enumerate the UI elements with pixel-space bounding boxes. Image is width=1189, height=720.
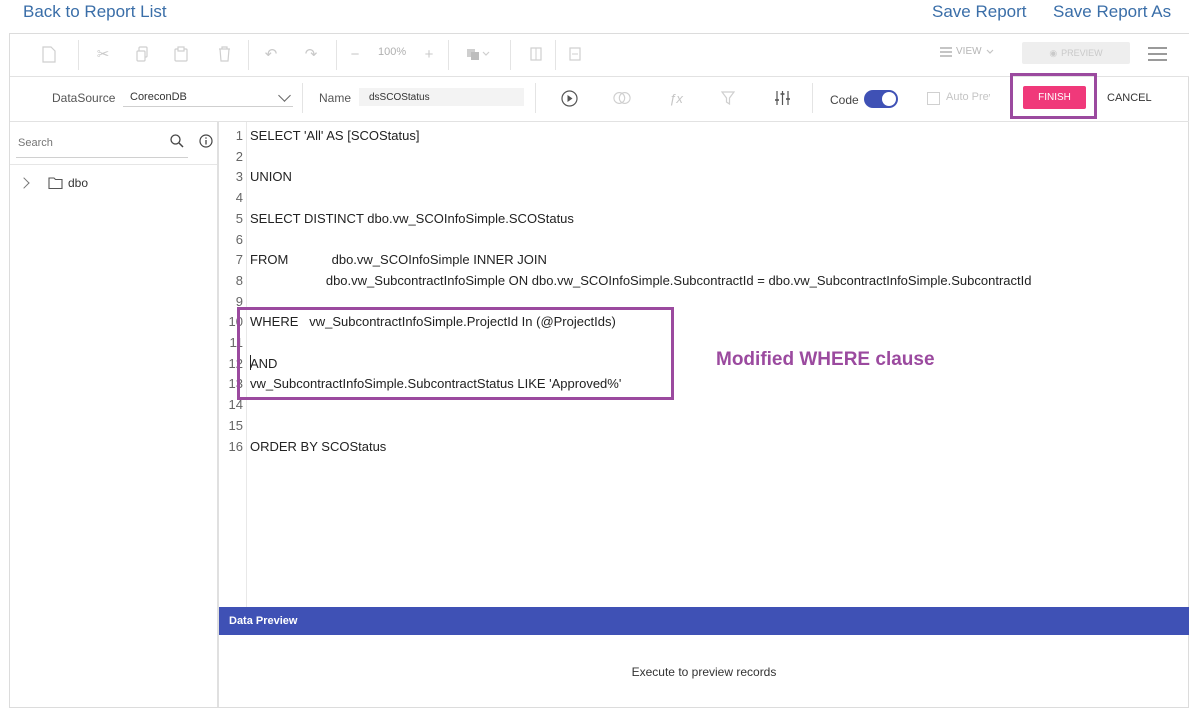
auto-preview-label: Auto Preview: [946, 91, 990, 103]
line-number: 8: [235, 272, 243, 288]
data-preview-title: Data Preview: [229, 615, 298, 627]
report-items-icon[interactable]: [564, 44, 586, 64]
line-number: 6: [235, 231, 243, 247]
folder-icon: [48, 177, 63, 189]
line-number: 15: [228, 417, 243, 433]
name-label: Name: [319, 91, 352, 105]
line-number: 16: [228, 438, 243, 454]
main-toolbar: ✂ ↶ ↷ − 100% + VIEW ◉ PREVIEW: [10, 34, 1189, 77]
search-input[interactable]: [16, 131, 160, 155]
code-label: Code: [830, 93, 859, 107]
save-report-as-link[interactable]: Save Report As: [1053, 2, 1171, 22]
code-line: SELECT DISTINCT dbo.vw_SCOInfoSimple.SCO…: [250, 210, 574, 226]
execute-icon[interactable]: [560, 89, 578, 107]
line-number: 5: [235, 210, 243, 226]
datasource-label: DataSource: [52, 91, 116, 105]
view-menu-button[interactable]: VIEW: [940, 46, 994, 57]
dataset-name-input[interactable]: [359, 88, 524, 106]
zoom-level: 100%: [378, 46, 407, 58]
data-preview-message: Execute to preview records: [631, 665, 777, 679]
info-icon[interactable]: [199, 134, 213, 148]
toolbar-divider: [812, 83, 813, 113]
filter-icon[interactable]: [719, 89, 737, 107]
datasource-value: CoreconDB: [130, 90, 187, 103]
delete-icon[interactable]: [213, 44, 235, 64]
chevron-right-icon[interactable]: [18, 177, 30, 189]
auto-preview-checkbox[interactable]: [927, 92, 940, 105]
save-report-link[interactable]: Save Report: [932, 2, 1027, 22]
query-toolbar: DataSource CoreconDB Name ƒx Code Auto P…: [10, 73, 1189, 122]
code-line: UNION: [250, 169, 292, 185]
toolbar-divider: [248, 40, 249, 70]
toolbar-divider: [510, 40, 511, 70]
code-line: FROM dbo.vw_SCOInfoSimple INNER JOIN: [250, 252, 547, 268]
toolbar-divider: [555, 40, 556, 70]
datasource-select[interactable]: CoreconDB: [123, 87, 293, 107]
back-to-report-list-link[interactable]: Back to Report List: [23, 2, 167, 22]
divider: [10, 164, 217, 165]
where-clause-highlight: [237, 307, 674, 400]
expression-icon[interactable]: ƒx: [667, 89, 685, 107]
finish-button[interactable]: FINISH: [1023, 86, 1086, 109]
zoom-out-icon[interactable]: −: [344, 44, 366, 64]
line-number: 7: [235, 252, 243, 268]
code-line: dbo.vw_SubcontractInfoSimple ON dbo.vw_S…: [250, 272, 1032, 288]
toolbar-divider: [336, 40, 337, 70]
zoom-in-icon[interactable]: +: [418, 44, 440, 64]
code-line: ORDER BY SCOStatus: [250, 438, 387, 454]
preview-button[interactable]: ◉ PREVIEW: [1022, 42, 1130, 64]
tree-item-label: dbo: [68, 176, 89, 190]
search-icon[interactable]: [170, 134, 184, 148]
toolbar-divider: [535, 83, 536, 113]
hamburger-menu-icon[interactable]: [1148, 47, 1167, 61]
cut-icon[interactable]: ✂: [92, 44, 114, 64]
toolbar-divider: [78, 40, 79, 70]
line-number: 3: [235, 169, 243, 185]
chevron-down-icon: [278, 89, 291, 102]
parameters-icon[interactable]: [773, 89, 791, 107]
toolbar-divider: [448, 40, 449, 70]
paste-icon[interactable]: [170, 44, 192, 64]
layout-dropdown-icon[interactable]: [464, 44, 494, 64]
code-toggle[interactable]: [864, 90, 898, 108]
properties-icon[interactable]: [525, 44, 547, 64]
eye-icon: ◉: [1049, 47, 1058, 58]
view-label: VIEW: [956, 46, 982, 57]
annotation-label: Modified WHERE clause: [716, 349, 935, 370]
line-number: 4: [235, 190, 243, 206]
text-cursor: [250, 355, 251, 370]
copy-icon[interactable]: [132, 44, 154, 64]
preview-label: PREVIEW: [1061, 48, 1103, 58]
tree-item-dbo[interactable]: dbo: [18, 176, 89, 190]
line-number: 2: [235, 148, 243, 164]
undo-icon[interactable]: ↶: [260, 44, 282, 64]
redo-icon[interactable]: ↷: [300, 44, 322, 64]
schema-panel: dbo: [10, 122, 219, 707]
data-preview-header: Data Preview: [219, 607, 1189, 635]
cancel-button[interactable]: CANCEL: [1107, 92, 1152, 104]
code-line: SELECT 'All' AS [SCOStatus]: [250, 128, 420, 143]
toolbar-divider: [302, 83, 303, 113]
join-icon[interactable]: [613, 89, 631, 107]
schema-search: [16, 131, 188, 158]
line-number: 1: [235, 128, 243, 143]
new-file-icon[interactable]: [38, 44, 60, 64]
